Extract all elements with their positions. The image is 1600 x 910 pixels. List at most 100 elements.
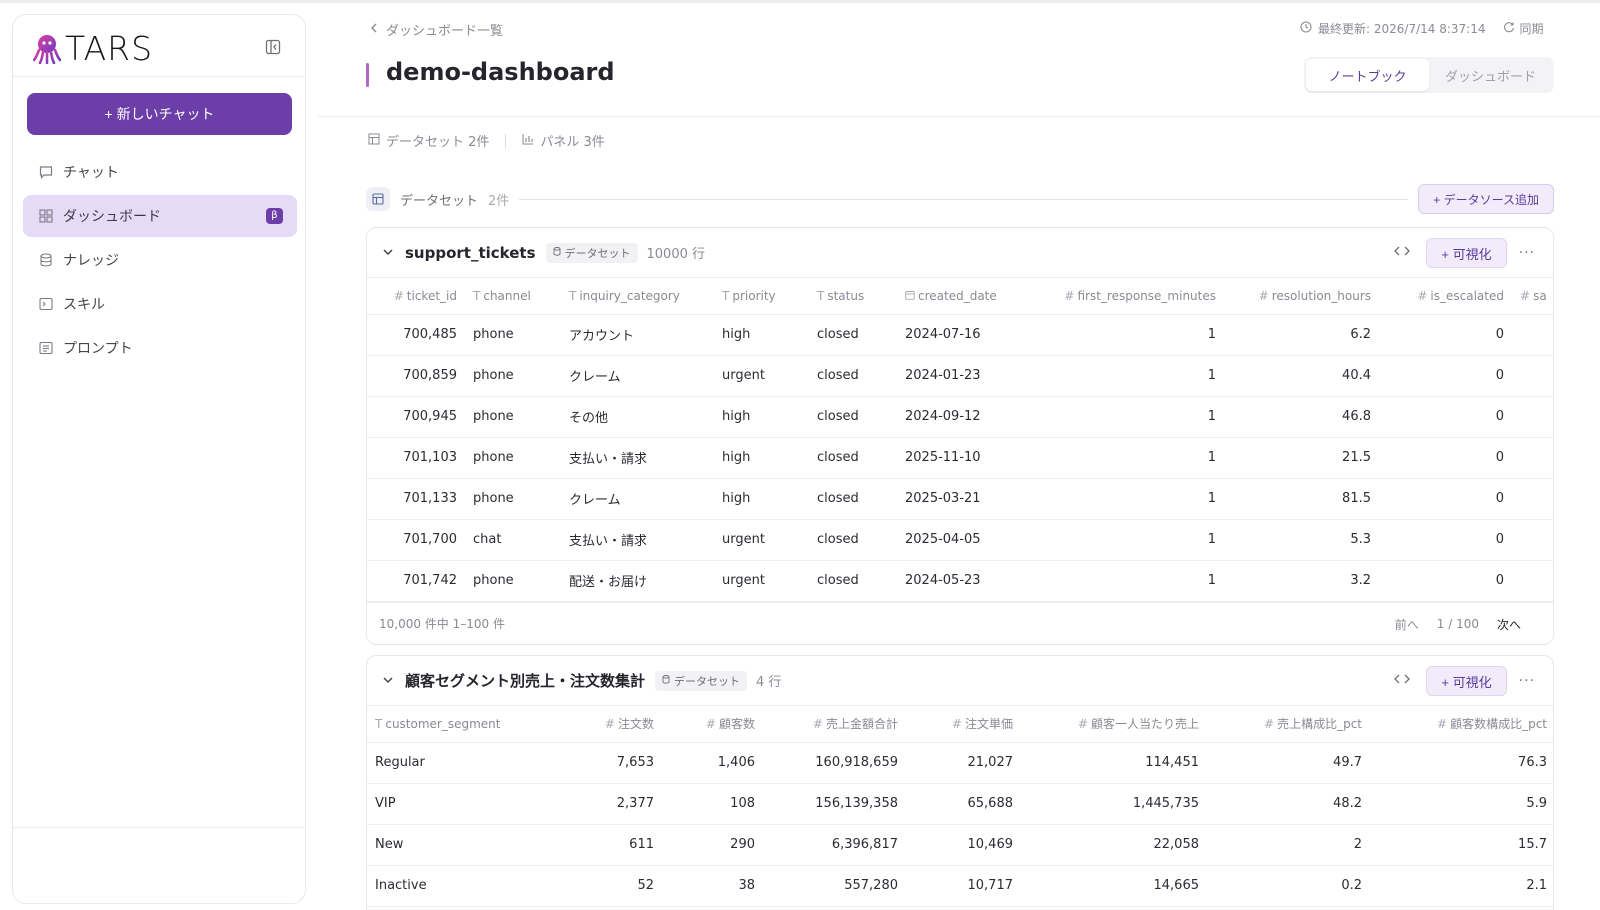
tab-notebook[interactable]: ノートブック: [1306, 59, 1429, 91]
column-header[interactable]: Tpriority: [714, 278, 809, 315]
table-row[interactable]: 700,485 phone アカウント high closed 2024-07-16 1 6.…: [367, 314, 1553, 356]
table-cell: 160,918,659: [763, 742, 906, 784]
code-icon[interactable]: [1394, 673, 1411, 689]
table-cell: chat: [465, 519, 561, 561]
sidebar-item-prompt[interactable]: プロンプト: [23, 327, 297, 369]
dataset-tag-label: データセット: [564, 246, 631, 260]
add-data-source-button[interactable]: + データソース追加: [1418, 184, 1554, 214]
table-row[interactable]: 701,103 phone 支払い・請求 high closed 2025-11-10 1 2…: [367, 437, 1553, 479]
sidebar-item-dashboard[interactable]: ダッシュボード β: [23, 195, 297, 237]
more-options-icon[interactable]: ···: [1519, 673, 1535, 689]
table-row[interactable]: 701,133 phone クレーム high closed 2025-03-21 1 81.…: [367, 478, 1553, 520]
number-type-icon: #: [1258, 288, 1269, 303]
column-header[interactable]: # 顧客数: [662, 706, 763, 743]
table-row[interactable]: Inactive 52 38 557,280 10,717 14,665 0.2 2.1: [367, 865, 1553, 907]
new-chat-button[interactable]: + 新しいチャット: [27, 93, 292, 135]
next-page-button[interactable]: 次へ: [1497, 616, 1521, 633]
column-header[interactable]: # 売上構成比_pct: [1207, 706, 1370, 743]
logo-text: TARS: [65, 29, 154, 68]
breadcrumb[interactable]: ダッシュボード一覧: [370, 20, 503, 39]
table-row[interactable]: 701,700 chat 支払い・請求 urgent closed 2025-04-05 1…: [367, 519, 1553, 561]
column-header[interactable]: # 注文単価: [906, 706, 1021, 743]
table-row[interactable]: Regular 7,653 1,406 160,918,659 21,027 114,45…: [367, 742, 1553, 784]
table-cell: 14,665: [1021, 865, 1207, 907]
table-cell: 5.3: [1224, 519, 1379, 561]
table-row[interactable]: 701,742 phone 配送・お届け urgent closed 2024-05-23…: [367, 560, 1553, 602]
table-cell: 2024-07-16: [897, 314, 1029, 356]
column-name: 売上構成比_pct: [1277, 717, 1362, 732]
column-header[interactable]: Tinquiry_category: [561, 278, 714, 315]
table-cell: 700,485: [367, 314, 465, 356]
table-cell: high: [714, 478, 809, 520]
column-name: priority: [732, 288, 776, 303]
table-row[interactable]: VIP 2,377 108 156,139,358 65,688 1,445,735 48.…: [367, 783, 1553, 825]
number-type-icon: #: [1264, 717, 1275, 732]
table-cell: phone: [465, 396, 561, 438]
number-type-icon: #: [812, 717, 823, 732]
table-cell: 114,451: [1021, 742, 1207, 784]
column-name: first_response_minutes: [1077, 288, 1216, 303]
table-cell: closed: [809, 437, 897, 479]
sidebar-item-skill[interactable]: スキル: [23, 283, 297, 325]
dataset-card-support-tickets: support_tickets データセット 10000 行 + 可視化 ···…: [366, 227, 1554, 645]
data-table: Tcustomer_segment # 注文数 # 顧客数 # 売上金額合計 # 注文単価 # 顧客…: [367, 706, 1553, 907]
breadcrumb-link[interactable]: ダッシュボード一覧: [386, 20, 503, 39]
column-header[interactable]: # 顧客一人当たり売上: [1021, 706, 1207, 743]
table-row[interactable]: 700,945 phone その他 high closed 2024-09-12 1 46.8…: [367, 396, 1553, 438]
table-cell: 1,406: [662, 742, 763, 784]
column-header[interactable]: Tchannel: [465, 278, 561, 315]
column-header[interactable]: Tstatus: [809, 278, 897, 315]
table-row[interactable]: 700,859 phone クレーム urgent closed 2024-01-23 1 4…: [367, 355, 1553, 397]
refresh-icon: [1503, 21, 1515, 36]
table-cell: 0: [1379, 519, 1512, 561]
column-header[interactable]: # 注文数: [561, 706, 662, 743]
visualize-button[interactable]: + 可視化: [1426, 666, 1507, 696]
prompt-icon: [39, 341, 53, 355]
sidebar-footer-divider: [13, 827, 305, 828]
table-cell: 1: [1029, 396, 1224, 438]
chevron-down-icon[interactable]: [383, 673, 393, 688]
column-name: 注文数: [617, 717, 654, 732]
column-header[interactable]: # is_escalated: [1379, 278, 1512, 315]
sidebar-collapse-icon[interactable]: [265, 39, 281, 59]
number-type-icon: #: [1437, 717, 1448, 732]
column-header[interactable]: Tcustomer_segment: [367, 706, 561, 743]
column-header[interactable]: created_date: [897, 278, 1029, 315]
table-cell: urgent: [714, 519, 809, 561]
table-cell: urgent: [714, 355, 809, 397]
sync-button[interactable]: 同期: [1503, 20, 1543, 37]
sidebar-item-chat[interactable]: チャット: [23, 151, 297, 193]
table-cell: phone: [465, 355, 561, 397]
tab-dashboard[interactable]: ダッシュボード: [1429, 59, 1552, 91]
column-header[interactable]: # sa: [1512, 278, 1553, 315]
column-header[interactable]: # resolution_hours: [1224, 278, 1379, 315]
sidebar-nav: チャット ダッシュボード β ナレッジ スキル プロンプト: [23, 151, 297, 371]
table-row[interactable]: New 611 290 6,396,817 10,469 22,058 2 15.7: [367, 824, 1553, 866]
column-header[interactable]: # 顧客数構成比_pct: [1370, 706, 1553, 743]
octopus-logo-icon: [33, 34, 61, 64]
table-cell: 701,133: [367, 478, 465, 520]
code-icon[interactable]: [1394, 245, 1411, 261]
prev-page-button[interactable]: 前へ: [1395, 616, 1419, 633]
table-cell: phone: [465, 314, 561, 356]
column-header[interactable]: # 売上金額合計: [763, 706, 906, 743]
sidebar-item-knowledge[interactable]: ナレッジ: [23, 239, 297, 281]
text-type-icon: T: [375, 716, 383, 731]
column-name: 顧客一人当たり売上: [1090, 717, 1199, 732]
chat-icon: [39, 165, 53, 179]
summary-separator: [505, 133, 507, 148]
visualize-button[interactable]: + 可視化: [1426, 238, 1507, 268]
bar-chart-icon: [522, 133, 534, 149]
table-cell: 2,377: [561, 783, 662, 825]
table-cell: 40.4: [1224, 355, 1379, 397]
column-header[interactable]: # first_response_minutes: [1029, 278, 1224, 315]
rows-count: 4 行: [756, 675, 782, 690]
logo[interactable]: TARS: [33, 29, 153, 68]
calendar-icon: [905, 289, 915, 303]
column-header[interactable]: # ticket_id: [367, 278, 465, 315]
more-options-icon[interactable]: ···: [1519, 245, 1535, 261]
table-cell: 6.2: [1224, 314, 1379, 356]
chevron-down-icon[interactable]: [383, 245, 393, 260]
table-cell: closed: [809, 314, 897, 356]
table-cell: 6,396,817: [763, 824, 906, 866]
